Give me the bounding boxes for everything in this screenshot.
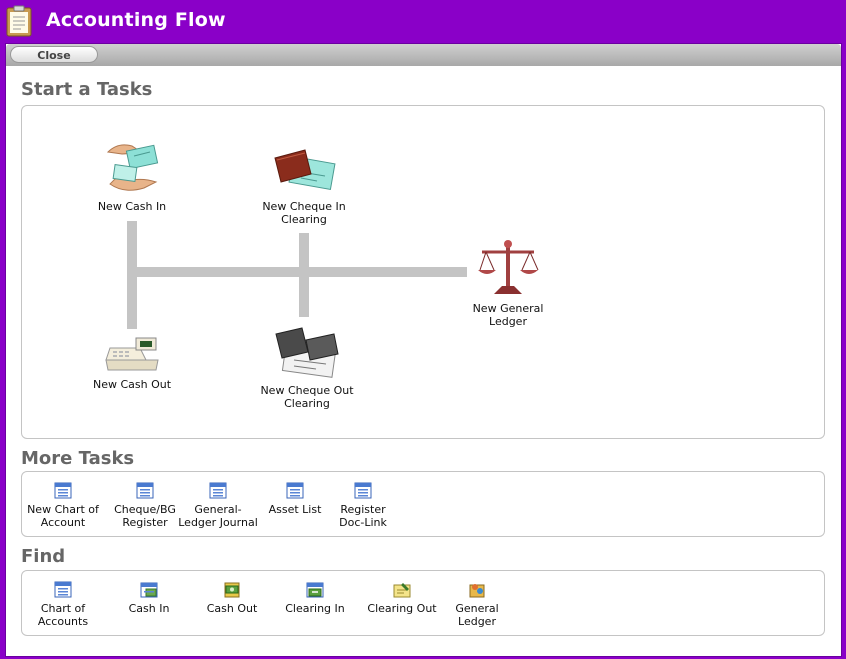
find-cash-out[interactable]: Cash Out <box>197 581 267 615</box>
main-window: Close Start a Tasks New Cash In New Cheq… <box>5 43 842 657</box>
clipboard-icon <box>6 5 32 37</box>
list-window-icon <box>54 581 72 598</box>
find-label: Chart of Accounts <box>37 602 89 628</box>
task-asset-list[interactable]: Asset List <box>260 482 330 516</box>
list-window-icon <box>354 482 372 499</box>
new-cheque-in-clearing[interactable]: New Cheque In Clearing <box>259 146 349 226</box>
app-title: Accounting Flow <box>46 9 226 31</box>
general-ledger-icon <box>469 584 485 598</box>
cash-register-icon <box>105 337 159 371</box>
find-label: General Ledger <box>455 602 499 628</box>
start-tasks-heading: Start a Tasks <box>21 79 153 100</box>
new-cheque-out-clearing[interactable]: New Cheque Out Clearing <box>259 324 355 410</box>
task-general-ledger-journal[interactable]: General-Ledger Journal <box>178 482 258 529</box>
list-window-icon <box>286 482 304 499</box>
task-label: New Chart of Account <box>27 503 99 529</box>
title-bar: Accounting Flow <box>0 0 846 42</box>
task-register-doc-link[interactable]: Register Doc-Link <box>328 482 398 529</box>
start-tasks-panel: New Cash In New Cheque In Clearing New G… <box>21 105 825 439</box>
clearing-in-icon <box>306 582 324 598</box>
cash-out-icon <box>224 582 240 598</box>
task-cheque-bg-register[interactable]: Cheque/BG Register <box>110 482 180 529</box>
find-general-ledger[interactable]: General Ledger <box>442 581 512 628</box>
hands-cheque-icon <box>106 144 159 191</box>
task-label: Register Doc-Link <box>339 503 387 529</box>
find-clearing-out[interactable]: Clearing Out <box>362 581 442 615</box>
new-cheque-in-clearing-label: New Cheque In Clearing <box>262 200 346 226</box>
wallet-cheque-dark-icon <box>275 327 339 378</box>
new-cheque-out-clearing-label: New Cheque Out Clearing <box>260 384 354 410</box>
close-button[interactable]: Close <box>10 46 98 63</box>
new-cash-out[interactable]: New Cash Out <box>92 334 172 391</box>
more-tasks-heading: More Tasks <box>21 448 135 469</box>
new-cash-in-label: New Cash In <box>97 200 167 213</box>
scales-icon <box>478 240 539 294</box>
find-label: Clearing In <box>285 602 345 615</box>
task-label: General-Ledger Journal <box>178 503 258 529</box>
task-label: Asset List <box>268 503 322 516</box>
find-cash-in[interactable]: Cash In <box>114 581 184 615</box>
flow-connector <box>127 221 137 329</box>
more-tasks-panel: New Chart of Account Cheque/BG Register … <box>21 471 825 537</box>
task-label: Cheque/BG Register <box>114 503 176 529</box>
new-cash-in[interactable]: New Cash In <box>92 136 172 213</box>
clearing-out-icon <box>393 583 411 598</box>
cash-in-icon <box>140 582 158 598</box>
find-chart-of-accounts[interactable]: Chart of Accounts <box>28 581 98 628</box>
task-new-chart-of-account[interactable]: New Chart of Account <box>27 482 99 529</box>
new-cash-out-label: New Cash Out <box>92 378 172 391</box>
wallet-cheque-icon <box>274 149 336 191</box>
list-window-icon <box>54 482 72 499</box>
find-label: Cash In <box>128 602 170 615</box>
find-clearing-in[interactable]: Clearing In <box>280 581 350 615</box>
find-label: Cash Out <box>206 602 258 615</box>
list-window-icon <box>136 482 154 499</box>
toolbar: Close <box>6 44 841 66</box>
find-label: Clearing Out <box>367 602 437 615</box>
find-heading: Find <box>21 546 66 567</box>
flow-connector <box>299 233 309 317</box>
new-general-ledger[interactable]: New General Ledger <box>468 238 548 328</box>
new-general-ledger-label: New General Ledger <box>472 302 544 328</box>
list-window-icon <box>209 482 227 499</box>
find-panel: Chart of Accounts Cash In Cash Out Clear… <box>21 570 825 636</box>
